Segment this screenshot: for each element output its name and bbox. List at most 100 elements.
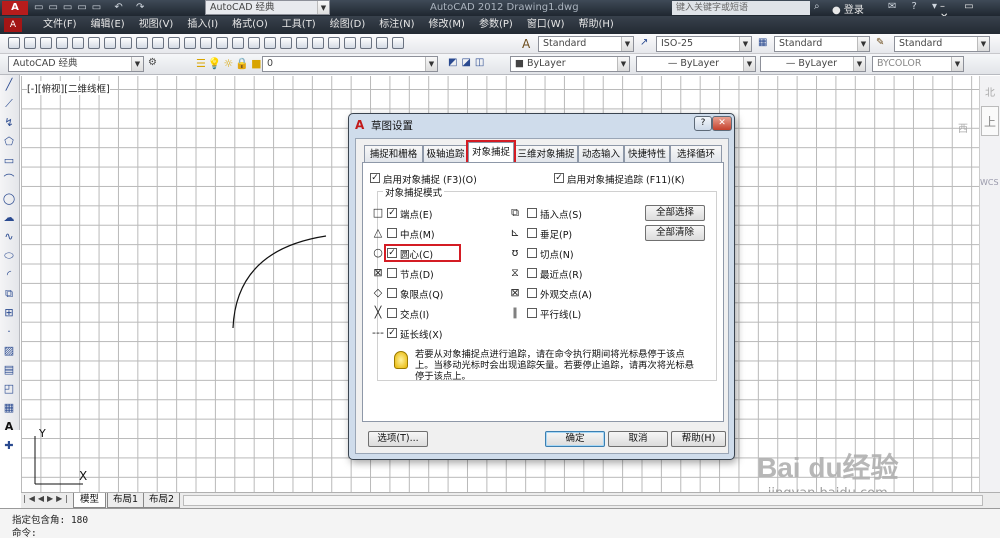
undo-icon[interactable] (200, 37, 212, 49)
save-icon[interactable] (40, 37, 52, 49)
menu-help[interactable]: 帮助(H) (572, 16, 621, 34)
command-prompt[interactable]: 命令: (12, 525, 37, 539)
dim-style-dropdown[interactable]: ISO-25 ▼ (656, 36, 752, 52)
viewcube-top[interactable]: 上 (981, 106, 999, 136)
close-button[interactable]: ✕ (712, 116, 732, 131)
paste-icon[interactable] (152, 37, 164, 49)
properties-icon[interactable] (296, 37, 308, 49)
tab-selection-cycling[interactable]: 选择循环 (670, 145, 722, 163)
layer-dropdown[interactable]: 0 ▼ (262, 56, 438, 72)
dialog-title-bar[interactable]: A 草图设置 ? ✕ (349, 114, 734, 138)
snap-mode-checkbox[interactable]: ✓ (387, 208, 397, 218)
menu-parametric[interactable]: 参数(P) (472, 16, 520, 34)
quick-access-icons[interactable]: ▭▭▭▭▭ ↶ ↷ (34, 2, 149, 13)
zoom-window-icon[interactable] (264, 37, 276, 49)
standard-tool-icons[interactable] (6, 37, 406, 49)
tab-layout2[interactable]: 布局2 (143, 493, 181, 508)
menu-view[interactable]: 视图(V) (132, 16, 181, 34)
tab-polar-tracking[interactable]: 极轴追踪 (423, 145, 468, 163)
tab-nav-arrows[interactable]: |◀◀▶▶| (23, 494, 71, 503)
zoom-prev-icon[interactable] (280, 37, 292, 49)
revcloud-tool-icon[interactable]: ☁ (1, 210, 17, 226)
tab-3d-object-snap[interactable]: 三维对象捕捉 (514, 145, 578, 163)
menu-dimension[interactable]: 标注(N) (372, 16, 421, 34)
menu-format[interactable]: 格式(O) (225, 16, 275, 34)
workspace-toolbar-dropdown[interactable]: AutoCAD 经典 ▼ (8, 56, 144, 72)
command-window[interactable]: 指定包含角: 180 命令: (0, 508, 1000, 539)
redo-icon[interactable] (216, 37, 228, 49)
make-block-icon[interactable]: ⊞ (1, 305, 17, 321)
polyline-tool-icon[interactable]: ↯ (1, 115, 17, 131)
table-tool-icon[interactable]: ▦ (1, 400, 17, 416)
construction-line-icon[interactable]: ⟋ (1, 96, 17, 112)
snap-mode-checkbox[interactable] (527, 208, 537, 218)
help-icon[interactable] (392, 37, 404, 49)
insert-block-icon[interactable]: ⧉ (1, 286, 17, 302)
viewcube-wcs[interactable]: WCS (980, 178, 999, 187)
new-icon[interactable] (8, 37, 20, 49)
snap-mode-checkbox[interactable] (527, 288, 537, 298)
layer-state-icons[interactable]: ☰💡☼🔒■ (196, 57, 264, 70)
app-logo-icon[interactable]: A (2, 1, 28, 15)
workspace-settings-icon[interactable]: ⚙ (148, 57, 157, 68)
snap-mode-checkbox[interactable] (527, 268, 537, 278)
tab-snap-grid[interactable]: 捕捉和栅格 (364, 145, 423, 163)
table-style-dropdown[interactable]: Standard ▼ (774, 36, 870, 52)
match-icon[interactable] (168, 37, 180, 49)
markup-icon[interactable] (360, 37, 372, 49)
workspace-dropdown[interactable]: AutoCAD 经典 ▼ (205, 0, 330, 15)
menu-insert[interactable]: 插入(I) (180, 16, 225, 34)
polygon-tool-icon[interactable]: ⬠ (1, 134, 17, 150)
layer-tools-icons[interactable]: ◩◪◫ (448, 57, 488, 68)
circle-tool-icon[interactable]: ◯ (1, 191, 17, 207)
enable-osnap-checkbox[interactable]: ✓ (370, 173, 380, 183)
multileader-style-dropdown[interactable]: Standard ▼ (894, 36, 990, 52)
help-button[interactable]: 帮助(H) (671, 431, 726, 447)
sheet-icon[interactable] (344, 37, 356, 49)
menu-edit[interactable]: 编辑(E) (84, 16, 132, 34)
menu-modify[interactable]: 修改(M) (422, 16, 472, 34)
snap-mode-checkbox[interactable] (387, 228, 397, 238)
plotstyle-dropdown[interactable]: BYCOLOR ▼ (872, 56, 964, 72)
print-icon[interactable] (56, 37, 68, 49)
search-input[interactable]: 键入关键字或短语 (672, 1, 810, 15)
help-titlebar-button[interactable]: ? (694, 116, 712, 131)
viewcube-north[interactable]: 北 (985, 84, 995, 99)
tab-layout1[interactable]: 布局1 (107, 493, 145, 508)
ok-button[interactable]: 确定 (545, 431, 605, 447)
tab-dynamic-input[interactable]: 动态输入 (578, 145, 624, 163)
region-tool-icon[interactable]: ◰ (1, 381, 17, 397)
select-all-button[interactable]: 全部选择 (645, 205, 705, 221)
palette-icon[interactable] (328, 37, 340, 49)
open-icon[interactable] (24, 37, 36, 49)
snap-mode-checkbox[interactable] (387, 288, 397, 298)
snap-mode-checkbox[interactable] (527, 248, 537, 258)
rectangle-tool-icon[interactable]: ▭ (1, 153, 17, 169)
3d-icon[interactable] (104, 37, 116, 49)
menu-draw[interactable]: 绘图(D) (323, 16, 373, 34)
clear-all-button[interactable]: 全部清除 (645, 225, 705, 241)
line-tool-icon[interactable]: ╱ (1, 77, 17, 93)
ellipse-tool-icon[interactable]: ⬭ (1, 248, 17, 264)
lineweight-dropdown[interactable]: — ByLayer ▼ (760, 56, 866, 72)
options-button[interactable]: 选项(T)... (368, 431, 428, 447)
mtext-tool-icon[interactable]: A (1, 419, 17, 435)
login-link[interactable]: ● 登录 (832, 1, 864, 16)
menu-file[interactable]: 文件(F) (36, 16, 84, 34)
linetype-dropdown[interactable]: — ByLayer ▼ (636, 56, 756, 72)
color-dropdown[interactable]: ■ ByLayer ▼ (510, 56, 630, 72)
calc-icon[interactable] (376, 37, 388, 49)
help-icons[interactable]: ✉ ? ▾ (888, 1, 943, 12)
design-center-icon[interactable] (312, 37, 324, 49)
cancel-button[interactable]: 取消 (608, 431, 668, 447)
copy-icon[interactable] (136, 37, 148, 49)
add-selected-icon[interactable]: ✚ (1, 438, 17, 454)
publish-icon[interactable] (88, 37, 100, 49)
gradient-tool-icon[interactable]: ▤ (1, 362, 17, 378)
preview-icon[interactable] (72, 37, 84, 49)
menu-window[interactable]: 窗口(W) (520, 16, 572, 34)
viewcube-west[interactable]: 西 (958, 120, 968, 135)
menu-tools[interactable]: 工具(T) (275, 16, 323, 34)
snap-mode-checkbox[interactable] (387, 268, 397, 278)
enable-tracking-checkbox[interactable]: ✓ (554, 173, 564, 183)
